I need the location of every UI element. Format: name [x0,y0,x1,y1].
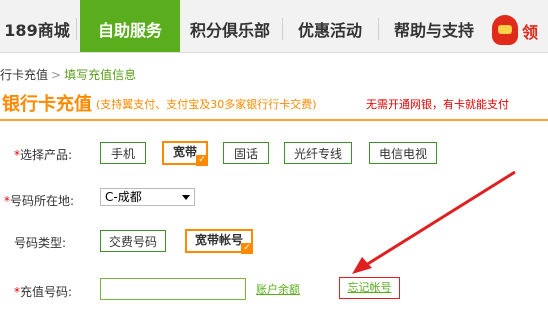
annotation-arrowhead [352,257,372,274]
annotation-arrow-line [365,170,516,267]
annotation-arrow [352,170,516,274]
